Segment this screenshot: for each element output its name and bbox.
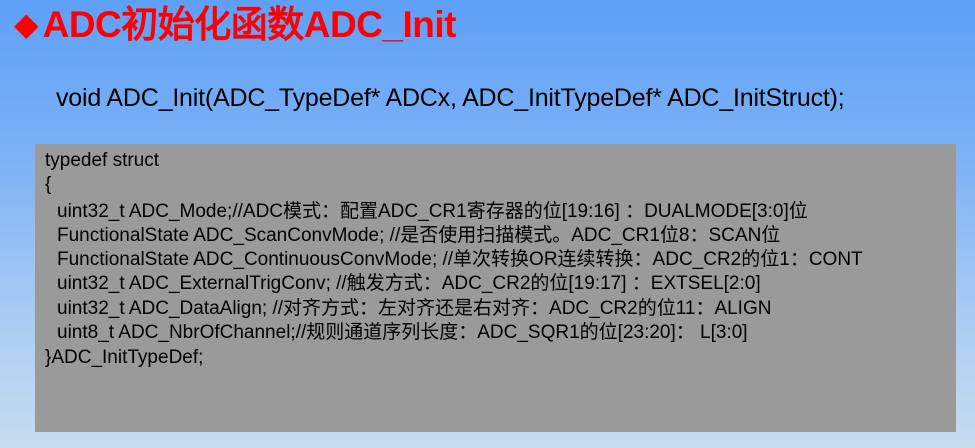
code-line: FunctionalState ADC_ContinuousConvMode; … bbox=[57, 249, 863, 270]
code-block: typedef struct { uint32_t ADC_Mode;//ADC… bbox=[35, 144, 956, 432]
code-line: FunctionalState ADC_ScanConvMode; //是否使用… bbox=[57, 225, 781, 246]
diamond-bullet-icon: ◆ bbox=[14, 6, 39, 42]
code-line: uint8_t ADC_NbrOfChannel;//规则通道序列长度：ADC_… bbox=[57, 322, 748, 343]
code-line: { bbox=[45, 174, 52, 195]
code-line: }ADC_InitTypeDef; bbox=[45, 347, 204, 368]
code-line: typedef struct bbox=[45, 150, 160, 171]
function-signature: void ADC_Init(ADC_TypeDef* ADCx, ADC_Ini… bbox=[56, 84, 845, 112]
code-line: uint32_t ADC_Mode;//ADC模式：配置ADC_CR1寄存器的位… bbox=[57, 201, 808, 222]
code-line: uint32_t ADC_ExternalTrigConv; //触发方式：AD… bbox=[57, 273, 761, 294]
slide-title-text: ADC初始化函数ADC_Init bbox=[42, 3, 457, 45]
code-line: uint32_t ADC_DataAlign; //对齐方式：左对齐还是右对齐：… bbox=[57, 298, 772, 319]
slide-title: ◆ ADC初始化函数ADC_Init bbox=[14, 2, 457, 46]
